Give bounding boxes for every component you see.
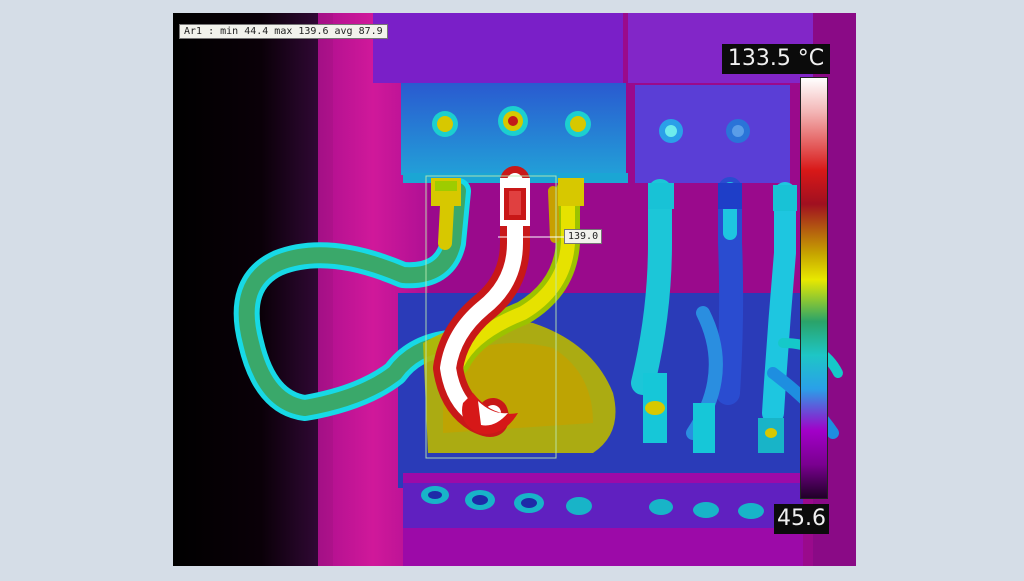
temperature-scale-min: 45.6: [774, 504, 829, 534]
temperature-color-scale: [800, 77, 828, 499]
area-measurement-label: Ar1 : min 44.4 max 139.6 avg 87.9: [179, 24, 388, 39]
thermal-image: Ar1 : min 44.4 max 139.6 avg 87.9 139.0 …: [173, 13, 856, 566]
thermal-scene: [173, 13, 856, 566]
spot-temperature-label: 139.0: [564, 229, 603, 244]
temperature-scale-max: 133.5 °C: [722, 44, 830, 74]
